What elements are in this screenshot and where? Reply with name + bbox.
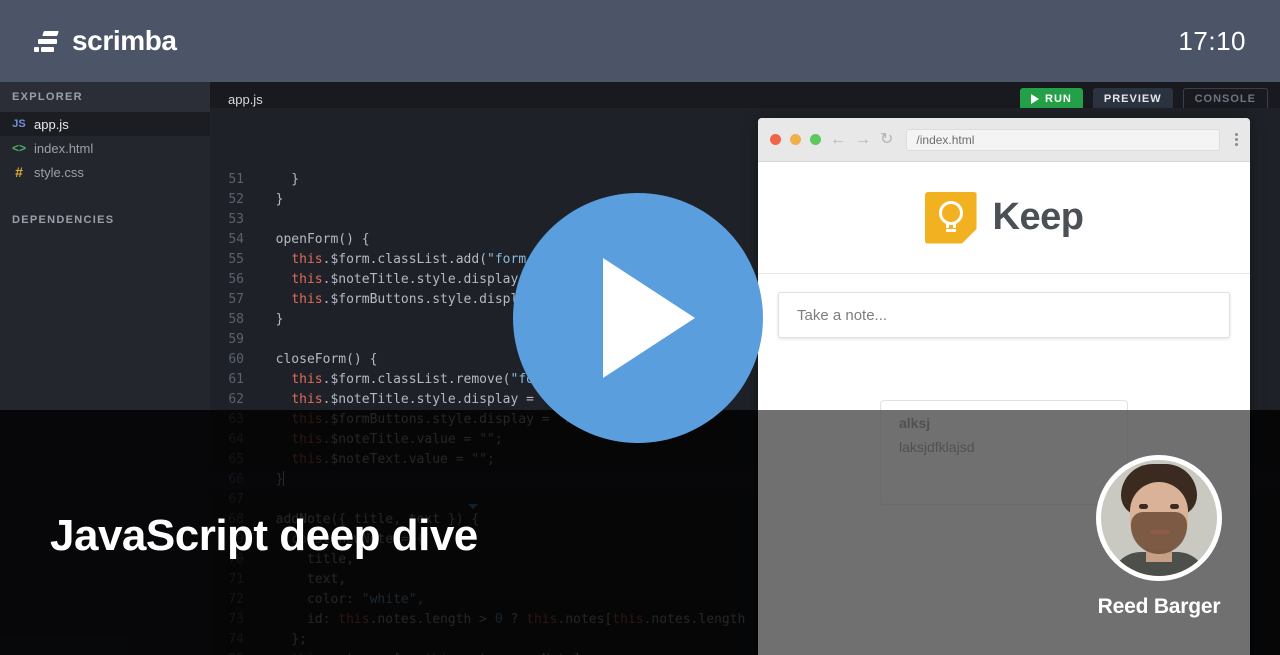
line-text: } xyxy=(260,312,284,327)
line-text: this.$noteTitle.value = ""; xyxy=(291,432,503,447)
line-text: openForm() { xyxy=(275,232,370,247)
dependencies-header: DEPENDENCIES xyxy=(12,214,115,226)
explorer-sidebar: EXPLORER JS app.js <> index.html # style… xyxy=(0,82,210,655)
line-text: color: "white", xyxy=(306,592,425,607)
keep-header: Keep xyxy=(758,162,1250,274)
presenter-name: Reed Barger xyxy=(1097,595,1221,618)
tab-app-js[interactable]: app.js xyxy=(228,92,263,107)
css-file-icon: # xyxy=(15,164,23,180)
file-label: style.css xyxy=(34,164,84,180)
scrimba-mark-icon xyxy=(34,30,60,52)
scrimba-logo[interactable]: scrimba xyxy=(34,25,177,57)
js-file-icon: JS xyxy=(12,118,26,130)
console-button[interactable]: CONSOLE xyxy=(1182,88,1268,110)
line-text: text, xyxy=(306,572,347,587)
maximize-dot-icon[interactable] xyxy=(810,134,821,145)
line-number: 58 xyxy=(228,312,244,327)
line-number: 74 xyxy=(228,632,244,647)
run-button[interactable]: RUN xyxy=(1020,88,1083,110)
line-text: } xyxy=(260,192,284,207)
line-number: 65 xyxy=(228,452,244,467)
preview-button[interactable]: PREVIEW xyxy=(1092,88,1173,110)
line-text: this.notes = [...this.notes, newNote]; xyxy=(260,650,588,655)
reload-icon[interactable]: ↻ xyxy=(880,131,893,148)
kebab-menu-icon[interactable] xyxy=(1229,133,1238,146)
fold-marker-icon xyxy=(468,504,478,509)
note-text: laksjdfklajsd xyxy=(899,439,975,455)
line-number: 73 xyxy=(228,612,244,627)
line-text: closeForm() { xyxy=(275,352,378,367)
line-number: 66 xyxy=(228,472,244,487)
screencast-title: JavaScript deep dive xyxy=(50,511,478,560)
scrimba-screencast: scrimba 17:10 EXPLORER JS app.js <> inde… xyxy=(0,0,1280,655)
line-text: id: this.notes.length > 0 ? this.notes[t… xyxy=(306,612,746,627)
line-number: 72 xyxy=(228,592,244,607)
close-dot-icon[interactable] xyxy=(770,134,781,145)
run-label: RUN xyxy=(1045,93,1072,105)
minimize-dot-icon[interactable] xyxy=(790,134,801,145)
line-text: }; xyxy=(260,632,307,647)
line-number: 75 xyxy=(210,650,260,655)
line-number: 60 xyxy=(228,352,244,367)
explorer-header: EXPLORER xyxy=(0,82,210,112)
line-number: 55 xyxy=(228,252,244,267)
avatar xyxy=(1096,455,1222,581)
file-label: app.js xyxy=(34,116,69,132)
line-text: } xyxy=(260,471,285,487)
sidebar-item-index-html[interactable]: <> index.html xyxy=(0,136,210,160)
line-number: 56 xyxy=(228,272,244,287)
back-arrow-icon[interactable]: ← xyxy=(830,131,846,148)
presenter: Reed Barger xyxy=(1062,455,1256,619)
line-number: 64 xyxy=(228,432,244,447)
keep-lightbulb-icon xyxy=(924,191,977,244)
html-file-icon: <> xyxy=(12,141,27,155)
take-a-note-input[interactable]: Take a note... xyxy=(778,292,1230,338)
url-bar[interactable]: /index.html xyxy=(906,128,1220,151)
editor-actions: RUN PREVIEW CONSOLE xyxy=(1020,88,1268,110)
line-text: this.$noteText.value = ""; xyxy=(291,452,495,467)
sidebar-item-style-css[interactable]: # style.css xyxy=(0,160,210,184)
file-label: index.html xyxy=(34,140,94,156)
line-text: } xyxy=(260,172,300,187)
play-triangle-icon xyxy=(603,258,695,378)
line-number: 51 xyxy=(228,172,244,187)
line-number: 71 xyxy=(228,572,244,587)
line-number: 54 xyxy=(228,232,244,247)
line-number: 52 xyxy=(228,192,244,207)
line-number: 61 xyxy=(228,372,244,387)
clock: 17:10 xyxy=(1178,25,1246,56)
forward-arrow-icon[interactable]: → xyxy=(855,131,871,148)
line-number: 67 xyxy=(228,492,244,507)
play-triangle-icon xyxy=(1031,94,1040,104)
line-number: 59 xyxy=(228,332,244,347)
line-number: 62 xyxy=(228,392,244,407)
play-button[interactable] xyxy=(513,193,763,443)
top-bar: scrimba 17:10 xyxy=(0,0,1280,82)
keep-wordmark: Keep xyxy=(992,196,1084,238)
line-number: 57 xyxy=(228,292,244,307)
line-number: 53 xyxy=(228,212,244,227)
sidebar-item-app-js[interactable]: JS app.js xyxy=(0,112,210,136)
brand-name: scrimba xyxy=(72,25,177,56)
browser-chrome: ← → ↻ /index.html xyxy=(758,118,1250,162)
note-title: alksj xyxy=(899,415,931,431)
line-number: 63 xyxy=(228,412,244,427)
